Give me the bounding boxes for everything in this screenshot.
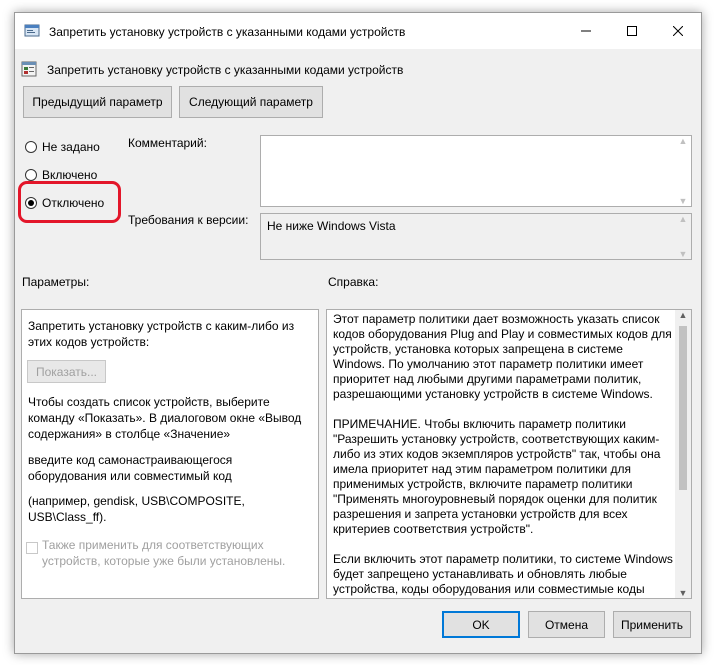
options-panel: Запретить установку устройств с каким-ли… (21, 309, 319, 599)
scroll-down-icon[interactable]: ▼ (679, 249, 688, 259)
scroll-up-icon[interactable]: ▲ (679, 310, 688, 320)
comment-textarea[interactable]: ▲ ▼ (260, 135, 692, 207)
apply-existing-checkbox[interactable] (26, 542, 38, 554)
options-label: Параметры: (22, 275, 90, 289)
scroll-up-icon[interactable]: ▲ (679, 136, 688, 146)
policy-dialog: Запретить установку устройств с указанны… (14, 12, 702, 654)
previous-setting-button[interactable]: Предыдущий параметр (23, 86, 172, 118)
radio-not-configured[interactable]: Не задано (25, 139, 100, 155)
ok-button[interactable]: OK (442, 611, 520, 638)
options-instructions: Чтобы создать список устройств, выберите… (28, 395, 302, 441)
highlight-frame (18, 181, 121, 223)
version-scrollbar[interactable]: ▲ ▼ (675, 214, 691, 259)
radio-not-configured-circle[interactable] (25, 141, 37, 153)
help-paragraph: ПРИМЕЧАНИЕ. Чтобы включить параметр поли… (333, 417, 661, 536)
version-field: Не ниже Windows Vista ▲ ▼ (260, 213, 692, 260)
apply-button[interactable]: Применить (613, 611, 691, 638)
cancel-button[interactable]: Отмена (528, 611, 605, 638)
close-icon (673, 26, 683, 36)
radio-enabled-label: Включено (42, 168, 98, 182)
apply-existing-label: Также применить для соответствующих устр… (42, 538, 286, 568)
maximize-button[interactable] (609, 13, 655, 49)
help-text: Этот параметр политики дает возможность … (333, 312, 675, 598)
help-panel[interactable]: Этот параметр политики дает возможность … (326, 309, 692, 599)
show-button[interactable]: Показать... (27, 360, 106, 383)
help-scroll-thumb[interactable] (679, 326, 687, 490)
close-button[interactable] (655, 13, 701, 49)
help-label: Справка: (328, 275, 379, 289)
help-paragraph: Этот параметр политики дает возможность … (333, 312, 672, 401)
version-label: Требования к версии: (128, 213, 249, 227)
version-value: Не ниже Windows Vista (267, 219, 396, 233)
comment-label: Комментарий: (128, 136, 207, 150)
help-paragraph: Если включить этот параметр политики, то… (333, 552, 673, 596)
options-intro: Запретить установку устройств с каким-ли… (28, 319, 295, 349)
policy-editor-icon (24, 24, 40, 37)
radio-not-configured-label: Не задано (42, 140, 100, 154)
options-code-hint: введите код самонастраивающегося оборудо… (28, 453, 233, 483)
policy-name: Запретить установку устройств с указанны… (47, 63, 404, 77)
scroll-up-icon[interactable]: ▲ (679, 214, 688, 224)
options-example: (например, gendisk, USB\COMPOSITE, USB\C… (28, 494, 245, 524)
comment-scrollbar[interactable]: ▲ ▼ (675, 136, 691, 206)
title-bar[interactable]: Запретить установку устройств с указанны… (15, 13, 701, 49)
window-title: Запретить установку устройств с указанны… (49, 25, 406, 39)
scroll-down-icon[interactable]: ▼ (679, 196, 688, 206)
radio-enabled-circle[interactable] (25, 169, 37, 181)
maximize-icon (627, 26, 637, 36)
scroll-down-icon[interactable]: ▼ (679, 588, 688, 598)
minimize-icon (581, 30, 591, 32)
policy-setting-icon (21, 61, 37, 77)
minimize-button[interactable] (563, 13, 609, 49)
next-setting-button[interactable]: Следующий параметр (179, 86, 323, 118)
